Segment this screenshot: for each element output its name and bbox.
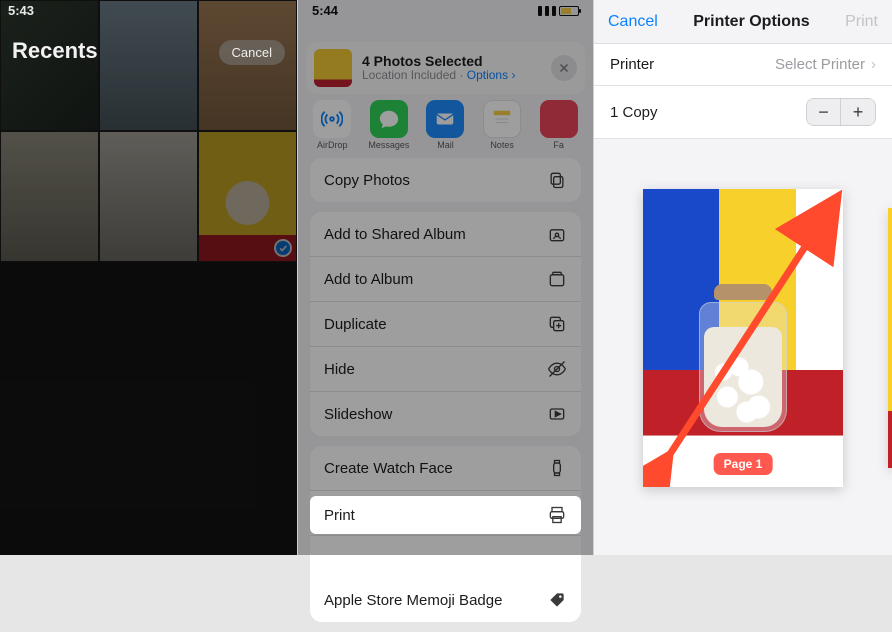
status-bar-time: 5:44 [312, 3, 338, 18]
shared-album-icon [547, 224, 567, 244]
share-sheet-panel: 5:44 4 Photos Selected Location Included… [297, 0, 594, 555]
slideshow-row[interactable]: Slideshow [310, 392, 581, 436]
status-bar-battery [538, 6, 579, 16]
dim-overlay [0, 0, 297, 555]
next-page-peek[interactable] [888, 208, 892, 468]
album-title: Recents [12, 38, 98, 64]
print-button-disabled: Print [845, 13, 878, 31]
copy-icon [547, 170, 567, 190]
notes-icon [483, 100, 521, 138]
close-button[interactable] [551, 55, 577, 81]
messages-app[interactable]: Messages [362, 100, 416, 150]
add-album-row[interactable]: Add to Album [310, 257, 581, 302]
app-label: Fa [553, 140, 564, 150]
printer-label: Printer [610, 56, 654, 73]
extra-app[interactable]: Fa [532, 100, 586, 150]
copies-label: 1 Copy [610, 104, 658, 121]
airdrop-app[interactable]: AirDrop [305, 100, 359, 150]
screen-title: Printer Options [693, 13, 809, 31]
print-preview-area: Page 1 [594, 120, 892, 555]
duplicate-row[interactable]: Duplicate [310, 302, 581, 347]
cancel-button[interactable]: Cancel [608, 13, 658, 31]
memoji-row[interactable]: Apple Store Memoji Badge [310, 578, 581, 622]
status-bar-time: 5:43 [8, 3, 34, 18]
printer-icon [547, 505, 567, 525]
page-badge: Page 1 [714, 453, 773, 475]
share-header: 4 Photos Selected Location Included · Op… [306, 42, 585, 94]
slideshow-icon [547, 404, 567, 424]
printer-options-panel: Cancel Printer Options Print Printer Sel… [594, 0, 892, 555]
app-label: AirDrop [317, 140, 348, 150]
share-options-link[interactable]: Options [467, 68, 508, 82]
print-row[interactable]: Print [310, 496, 581, 534]
app-label: Mail [437, 140, 454, 150]
mail-app[interactable]: Mail [418, 100, 472, 150]
share-title: 4 Photos Selected [362, 53, 541, 69]
extra-app-icon [540, 100, 578, 138]
share-actions-list: Copy Photos Add to Shared Album Add to A… [310, 158, 581, 632]
chevron-right-icon: › [871, 56, 876, 73]
share-apps-row: AirDrop Messages Mail Notes Fa [298, 98, 593, 150]
share-preview-thumb [314, 49, 352, 87]
printer-header: Cancel Printer Options Print [594, 0, 892, 44]
cancel-button[interactable]: Cancel [219, 40, 285, 65]
printer-value: Select Printer [775, 56, 865, 73]
hide-icon [547, 359, 567, 379]
copy-photos-row[interactable]: Copy Photos [310, 158, 581, 202]
album-icon [547, 269, 567, 289]
print-preview-page[interactable]: Page 1 [643, 189, 843, 487]
messages-icon [370, 100, 408, 138]
share-subtitle: Location Included · Options › [362, 69, 541, 83]
hide-row[interactable]: Hide [310, 347, 581, 392]
add-shared-album-row[interactable]: Add to Shared Album [310, 212, 581, 257]
watch-icon [547, 458, 567, 478]
watch-face-row[interactable]: Create Watch Face [310, 446, 581, 491]
app-label: Messages [368, 140, 409, 150]
tag-icon [547, 590, 567, 610]
airdrop-icon [313, 100, 351, 138]
notes-app[interactable]: Notes [475, 100, 529, 150]
app-label: Notes [490, 140, 514, 150]
photos-library-panel: 5:43 Recents Cancel [0, 0, 297, 555]
preview-jar [698, 284, 788, 434]
duplicate-icon [547, 314, 567, 334]
printer-select-row[interactable]: Printer Select Printer › [594, 44, 892, 86]
mail-icon [426, 100, 464, 138]
